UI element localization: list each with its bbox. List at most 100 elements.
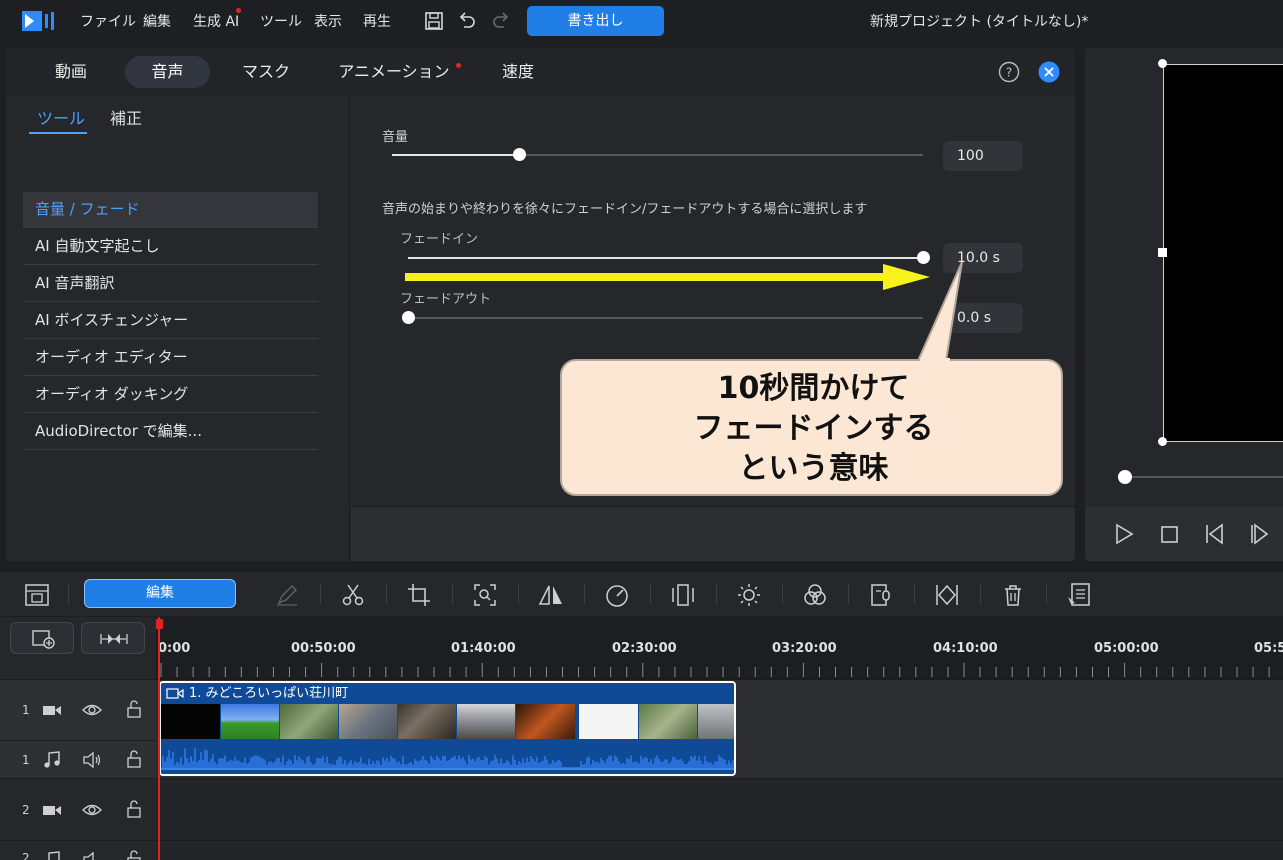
toolbar-divider	[68, 584, 69, 604]
track-header-audio-1[interactable]: 1	[0, 740, 156, 778]
stop-icon[interactable]	[1159, 522, 1181, 546]
tool-audio-ducking[interactable]: オーディオ ダッキング	[23, 377, 318, 413]
stabilizer-icon[interactable]	[670, 582, 696, 608]
volume-slider-fill	[392, 154, 519, 156]
clip-thumbnails	[161, 704, 734, 739]
thumbnail-frame	[161, 704, 220, 739]
tool-volume-fade[interactable]: 音量 / フェード	[23, 192, 318, 228]
preview-seek-track[interactable]	[1125, 476, 1283, 478]
speed-gauge-icon[interactable]	[604, 582, 630, 608]
thumbnail-frame	[280, 704, 338, 739]
more-tools-icon[interactable]	[1066, 582, 1092, 608]
save-icon[interactable]	[423, 10, 445, 32]
pen-icon[interactable]	[274, 582, 300, 608]
play-icon[interactable]	[1113, 522, 1135, 546]
track-lane-2-audio[interactable]	[156, 840, 1283, 860]
delete-icon[interactable]	[1000, 582, 1026, 608]
tool-list-pane: ツール 補正 音量 / フェード AI 自動文字起こし AI 音声翻訳 AI ボ…	[6, 96, 350, 561]
previous-frame-icon[interactable]	[1203, 522, 1225, 546]
track-number: 1	[22, 703, 30, 717]
resize-handle[interactable]	[1158, 437, 1167, 446]
track-lane-2[interactable]	[156, 778, 1283, 840]
fade-out-slider-thumb[interactable]	[402, 311, 415, 324]
storyboard-icon[interactable]	[24, 582, 50, 608]
speaker-icon[interactable]	[82, 851, 102, 860]
tool-ai-translation[interactable]: AI 音声翻訳	[23, 266, 318, 302]
ruler-ticks	[160, 663, 1270, 677]
subtab-tools[interactable]: ツール	[37, 105, 85, 129]
thumbnail-frame	[639, 704, 697, 739]
menu-view[interactable]: 表示	[314, 11, 342, 31]
preview-seek-thumb[interactable]	[1118, 470, 1132, 484]
next-frame-icon[interactable]	[1248, 522, 1270, 546]
unlock-icon[interactable]	[124, 800, 144, 818]
volume-label: 音量	[382, 130, 409, 145]
unlock-icon[interactable]	[124, 850, 144, 860]
visibility-eye-icon[interactable]	[82, 801, 102, 819]
keyframe-icon[interactable]	[934, 582, 960, 608]
split-scissors-icon[interactable]	[340, 582, 366, 608]
tab-speed[interactable]: 速度	[484, 56, 552, 88]
video-camera-icon	[43, 806, 61, 815]
brightness-icon[interactable]	[736, 582, 762, 608]
callout-line: という意味	[738, 451, 889, 486]
speaker-icon[interactable]	[82, 751, 102, 769]
timeline-toolbar: 編集	[0, 572, 1283, 616]
fade-out-slider-track[interactable]	[408, 317, 923, 319]
toolbar-divider	[386, 584, 387, 604]
undo-icon[interactable]	[456, 10, 478, 32]
unlock-icon[interactable]	[124, 750, 144, 768]
menu-file[interactable]: ファイル	[80, 11, 136, 31]
fade-description: 音声の始まりや終わりを徐々にフェードイン/フェードアウトする場合に選択します	[382, 202, 868, 217]
menu-edit[interactable]: 編集	[143, 11, 171, 31]
thumbnail-frame	[457, 704, 515, 739]
track-headers: 1 1 2 2	[0, 617, 156, 860]
add-track-button[interactable]	[10, 622, 74, 654]
color-blend-icon[interactable]	[802, 582, 828, 608]
visibility-eye-icon[interactable]	[82, 701, 102, 719]
thumbnail-frame	[698, 704, 734, 739]
menu-generative-ai[interactable]: 生成 AI	[193, 11, 239, 31]
help-icon[interactable]: ?	[998, 61, 1020, 83]
unlock-icon[interactable]	[124, 700, 144, 718]
flip-icon[interactable]	[538, 582, 564, 608]
tab-animation[interactable]: アニメーション	[334, 56, 454, 88]
edit-button[interactable]: 編集	[84, 579, 236, 608]
track-number: 2	[22, 803, 30, 817]
toolbar-divider	[914, 584, 915, 604]
track-header-audio-2[interactable]: 2	[0, 840, 156, 860]
track-header-video-2[interactable]: 2	[0, 778, 156, 840]
fit-timeline-button[interactable]	[81, 622, 145, 654]
tool-edit-in-audiodirector[interactable]: AudioDirector で編集...	[23, 414, 318, 450]
tool-audio-editor[interactable]: オーディオ エディター	[23, 340, 318, 376]
zoom-frame-icon[interactable]	[472, 582, 498, 608]
tab-mask[interactable]: マスク	[228, 56, 304, 88]
resize-handle[interactable]	[1158, 248, 1167, 257]
redo-icon[interactable]	[490, 10, 512, 32]
menu-playback[interactable]: 再生	[363, 11, 391, 31]
playhead[interactable]	[158, 617, 160, 860]
menu-tools[interactable]: ツール	[260, 11, 302, 31]
video-clip-icon	[166, 688, 184, 699]
svg-text:?: ?	[1006, 66, 1012, 80]
subtab-correction[interactable]: 補正	[110, 105, 142, 129]
toolbar-divider	[980, 584, 981, 604]
timeline-clip[interactable]: 1. みどころいっぱい荘川町	[159, 681, 736, 776]
tool-ai-voice-changer[interactable]: AI ボイスチェンジャー	[23, 303, 318, 339]
voiceover-icon[interactable]	[868, 582, 894, 608]
callout-line: フェードインする	[693, 411, 934, 446]
track-header-video-1[interactable]: 1	[0, 679, 156, 740]
tool-ai-transcription[interactable]: AI 自動文字起こし	[23, 229, 318, 265]
volume-value-field[interactable]: 100	[943, 141, 1023, 171]
close-panel-icon[interactable]	[1038, 61, 1060, 83]
crop-icon[interactable]	[406, 582, 432, 608]
tab-audio[interactable]: 音声	[125, 56, 210, 88]
export-button[interactable]: 書き出し	[527, 6, 664, 36]
time-ruler[interactable]: 0:00 00:50:00 01:40:00 02:30:00 03:20:00…	[156, 617, 1283, 679]
preview-canvas[interactable]	[1163, 64, 1283, 442]
preview-panel	[1085, 48, 1283, 561]
toolbar-divider	[584, 584, 585, 604]
resize-handle[interactable]	[1158, 59, 1167, 68]
tab-video[interactable]: 動画	[36, 56, 106, 88]
volume-slider-thumb[interactable]	[513, 148, 526, 161]
